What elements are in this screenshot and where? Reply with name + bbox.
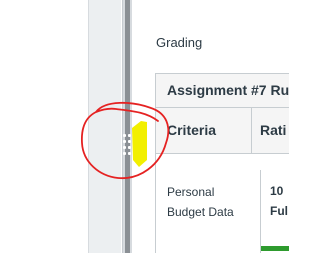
rating-cell[interactable]: 10 Ful	[260, 170, 289, 253]
grip-dot	[128, 146, 131, 149]
grip-dot	[128, 152, 131, 155]
criterion-description: Personal Budget Data	[167, 185, 234, 219]
resize-splitter-bar[interactable]	[125, 0, 130, 253]
screenshot-stage: Grading Assignment #7 Ru Criteria Rati P…	[0, 0, 289, 253]
ratings-header: Rati	[260, 122, 287, 138]
grip-dot	[128, 134, 131, 137]
rubric-table: Assignment #7 Ru Criteria Rati Personal …	[155, 73, 289, 253]
rating-selected-bar	[261, 246, 289, 251]
rating-points: 10	[270, 184, 284, 198]
grip-dot	[123, 146, 126, 149]
rubric-column-divider	[251, 108, 252, 154]
rating-description: Ful	[270, 204, 288, 218]
main-content: Grading Assignment #7 Ru Criteria Rati P…	[132, 0, 289, 253]
left-gray-column	[89, 0, 121, 253]
grip-dot	[123, 152, 126, 155]
section-title: Grading	[156, 35, 203, 50]
grip-dot	[123, 134, 126, 137]
rubric-title-row: Assignment #7 Ru	[156, 74, 289, 108]
grip-dot	[128, 140, 131, 143]
criteria-header: Criteria	[167, 122, 217, 138]
grip-dot	[123, 140, 126, 143]
rubric-title: Assignment #7 Ru	[167, 82, 289, 98]
